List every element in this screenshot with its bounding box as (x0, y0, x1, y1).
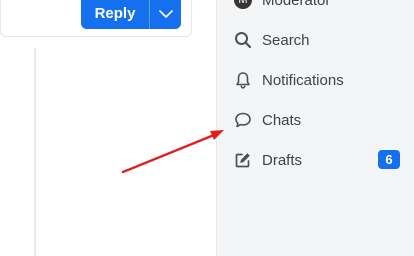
avatar: M (234, 0, 252, 9)
drafts-count-badge: 6 (378, 150, 400, 169)
main-content: Reply (0, 0, 216, 256)
sidebar-item-chats[interactable]: Chats (233, 107, 301, 133)
sidebar-item-label: Drafts (262, 151, 303, 169)
sidebar-item-label: Chats (262, 111, 302, 129)
page: Reply M Moderator Search Notifications C… (0, 0, 414, 256)
reply-button[interactable]: Reply (81, 0, 149, 29)
sidebar-item-moderator[interactable]: M Moderator (233, 0, 330, 13)
pencil-square-icon (233, 150, 253, 170)
bell-icon (233, 70, 253, 90)
sidebar-item-label: Notifications (262, 71, 344, 89)
sidebar-item-label: Moderator (262, 0, 331, 9)
sidebar-item-label: Search (262, 31, 310, 49)
sidebar-item-notifications[interactable]: Notifications (233, 67, 344, 93)
reply-options-button[interactable] (149, 0, 181, 29)
search-icon (233, 30, 253, 50)
sidebar-item-drafts[interactable]: Drafts (233, 147, 302, 173)
thread-divider (34, 48, 36, 256)
sidebar-item-search[interactable]: Search (233, 27, 310, 53)
chevron-down-icon (158, 9, 173, 18)
reply-button-group: Reply (81, 0, 181, 29)
sidebar: M Moderator Search Notifications Chats D… (216, 0, 414, 256)
avatar-icon: M (233, 0, 253, 10)
chat-bubble-icon (233, 110, 253, 130)
